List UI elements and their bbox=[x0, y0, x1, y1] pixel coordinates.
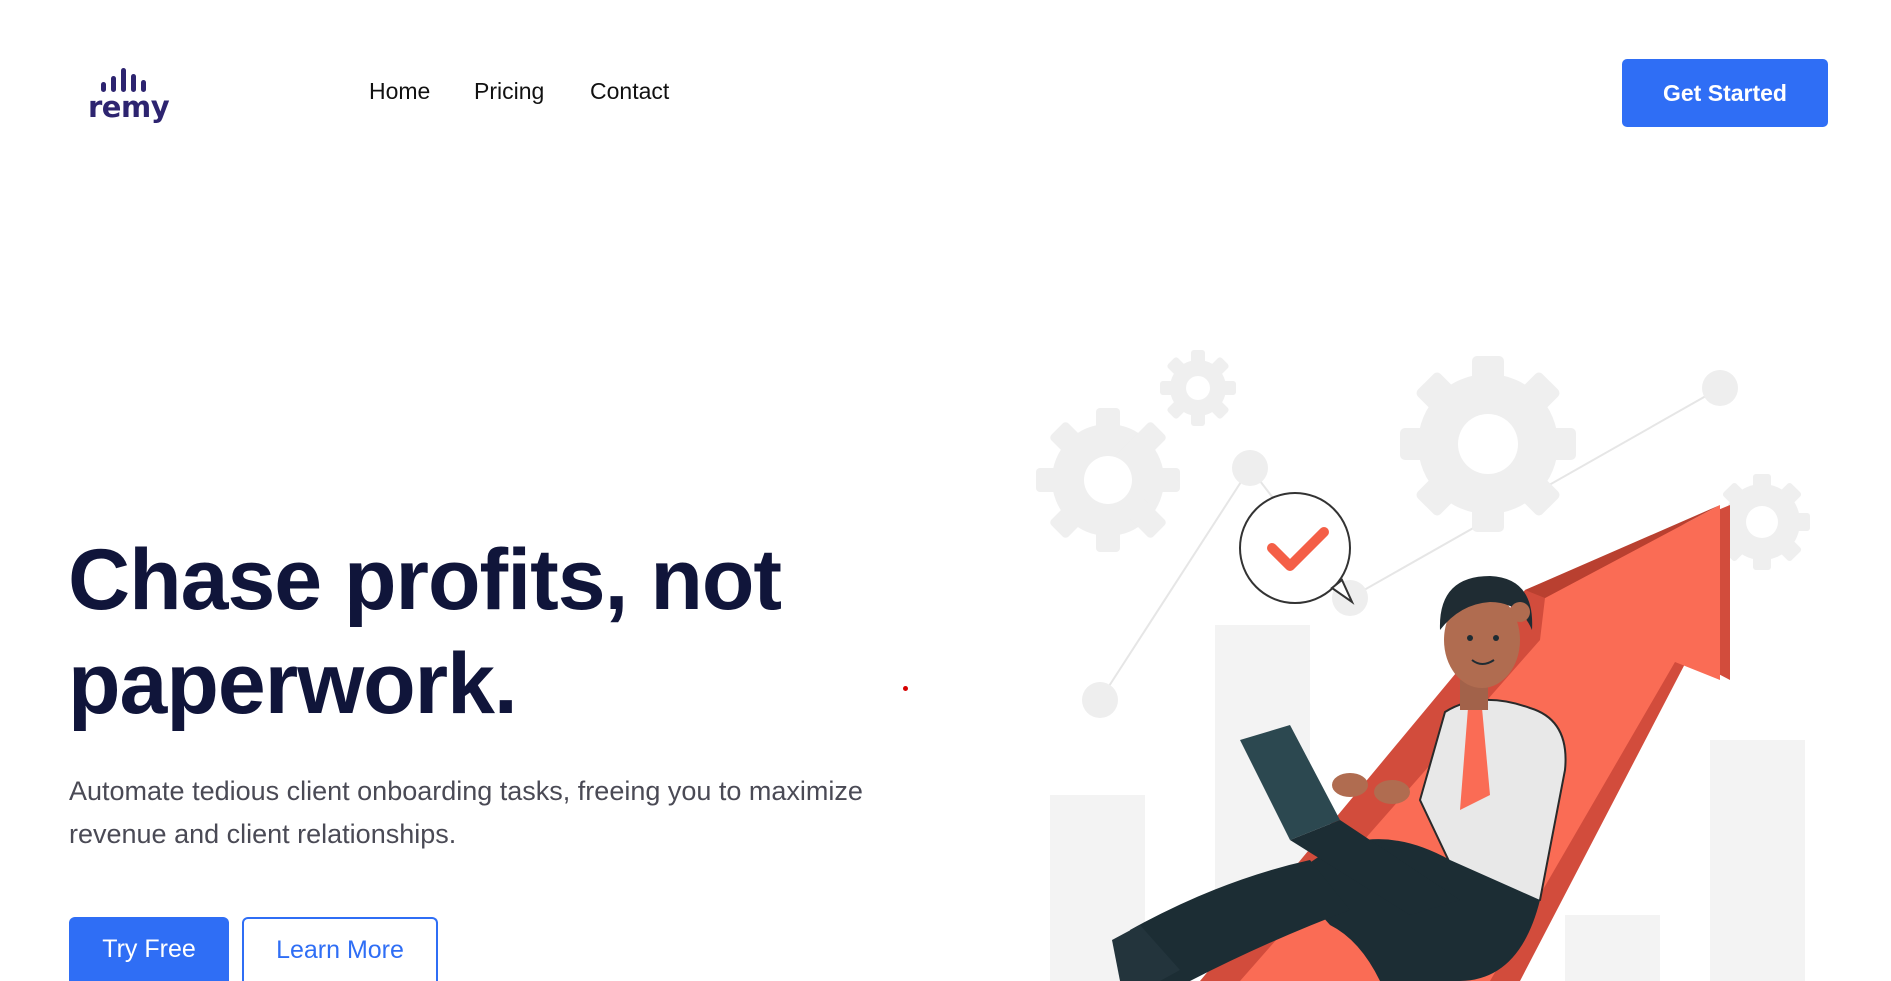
hero-headline-line1: Chase profits, not bbox=[68, 532, 782, 628]
logo-text: remy bbox=[88, 90, 170, 124]
person-illustration bbox=[1112, 576, 1567, 981]
gear-icon bbox=[1400, 356, 1576, 532]
get-started-button[interactable]: Get Started bbox=[1622, 59, 1828, 127]
hero-headline: Chase profits, not paperwork. bbox=[68, 528, 888, 736]
gear-icon bbox=[1160, 350, 1236, 426]
try-free-button[interactable]: Try Free bbox=[69, 917, 229, 981]
cursor-dot bbox=[903, 686, 908, 691]
hero-subtext: Automate tedious client onboarding tasks… bbox=[69, 770, 899, 856]
hero-subtext-line1: Automate tedious client onboarding tasks… bbox=[69, 776, 863, 806]
hero-headline-line2: paperwork. bbox=[68, 636, 518, 732]
hero-subtext-line2: revenue and client relationships. bbox=[69, 819, 457, 849]
logo[interactable]: remy bbox=[88, 64, 170, 126]
checkmark-icon bbox=[1239, 492, 1355, 605]
nav-link-home[interactable]: Home bbox=[369, 78, 430, 105]
nav-link-contact[interactable]: Contact bbox=[590, 78, 669, 105]
logo-bars-icon bbox=[101, 68, 151, 92]
hero-illustration bbox=[1036, 350, 1810, 981]
nav-link-pricing[interactable]: Pricing bbox=[474, 78, 544, 105]
gear-icon bbox=[1036, 408, 1180, 552]
learn-more-button[interactable]: Learn More bbox=[242, 917, 438, 981]
